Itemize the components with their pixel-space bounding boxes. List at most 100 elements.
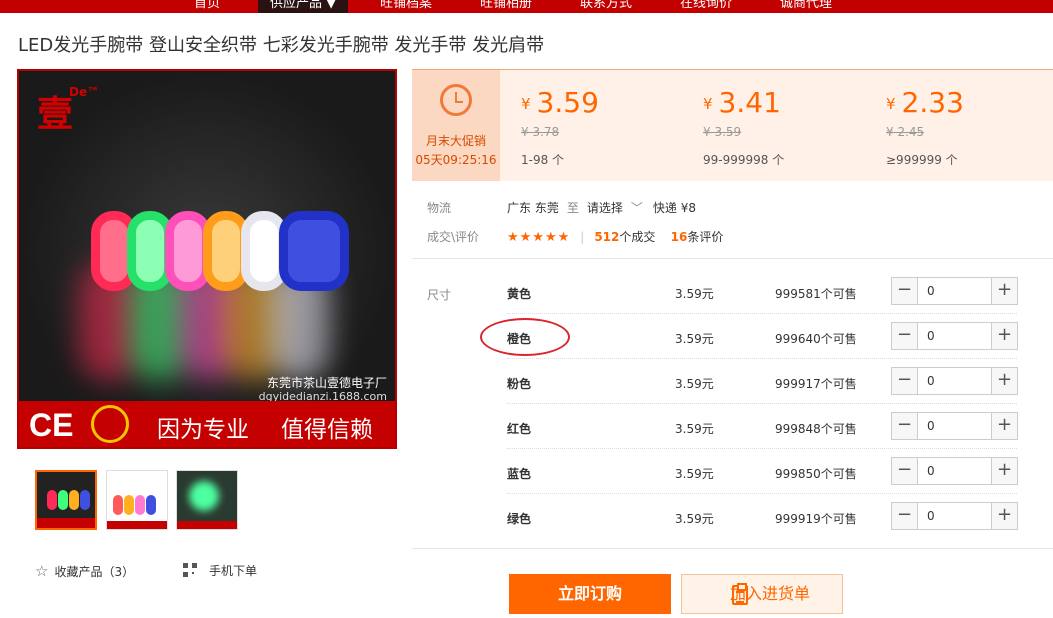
add-to-cart-button[interactable]: 加入进货单 <box>681 574 843 614</box>
thumb-band-icon <box>47 490 57 510</box>
favorite-product[interactable]: ☆ 收藏产品（3） <box>35 562 134 580</box>
minus-button[interactable]: − <box>892 458 918 484</box>
plus-button[interactable]: + <box>991 413 1017 439</box>
sku-stock: 999919个可售 <box>775 512 857 526</box>
thumb-band-icon <box>58 490 68 510</box>
deal-info: ★★★★★ | 512个成交 16条评价 <box>507 228 723 245</box>
chevron-down-icon[interactable]: ﹀ <box>631 201 643 215</box>
nav-home[interactable]: 首页 <box>194 0 220 13</box>
plus-button[interactable]: + <box>991 368 1017 394</box>
sku-price: 3.59元 <box>675 512 714 526</box>
quantity-input[interactable] <box>918 368 991 394</box>
minus-button[interactable]: − <box>892 368 918 394</box>
logistics-info: 广东 东莞至请选择 ﹀ 快递 ¥8 <box>507 199 696 216</box>
clipboard-icon <box>732 583 748 605</box>
tier-original-price: ¥ 3.59 <box>703 125 742 139</box>
shipping-fee: 快递 ¥8 <box>652 201 696 215</box>
nav-album[interactable]: 旺铺相册 <box>480 0 532 13</box>
sku-stock: 999917个可售 <box>775 377 857 391</box>
alarm-clock-icon <box>440 84 472 116</box>
quality-badge-icon <box>91 405 129 443</box>
sku-name: 绿色 <box>507 512 532 526</box>
top-nav: 首页 供应产品 ▼ 旺铺档案 旺铺相册 联系方式 在线询价 诚商代理 <box>0 0 1053 13</box>
star-outline-icon: ☆ <box>35 562 49 580</box>
promo-price-box: 月末大促销 05天09:25:16 ¥3.59 ¥ 3.78 1-98 个 ¥3… <box>412 69 1053 181</box>
rating-stars-icon: ★★★★★ <box>507 230 571 245</box>
brand-logo: 壹 <box>37 93 74 135</box>
nav-products[interactable]: 供应产品 ▼ <box>258 0 349 13</box>
separator: | <box>580 230 585 244</box>
quantity-stepper: − + <box>891 322 1018 350</box>
sku-price: 3.59元 <box>675 467 714 481</box>
destination-select[interactable]: 请选择 <box>587 201 623 215</box>
product-title: LED发光手腕带 登山安全织带 七彩发光手腕带 发光手带 发光肩带 <box>18 35 545 56</box>
plus-button[interactable]: + <box>991 503 1017 529</box>
thumbnail-3[interactable] <box>176 470 238 530</box>
tier-original-price: ¥ 3.78 <box>521 125 560 139</box>
promo-countdown: 05天09:25:16 <box>415 153 497 167</box>
plus-button[interactable]: + <box>991 458 1017 484</box>
quantity-input[interactable] <box>918 458 991 484</box>
sku-row: 红色 3.59元 999848个可售 − + <box>507 404 1018 449</box>
sku-name: 红色 <box>507 422 532 436</box>
quantity-input[interactable] <box>918 413 991 439</box>
nav-agent[interactable]: 诚商代理 <box>780 0 832 13</box>
promo-name: 月末大促销 <box>425 134 486 148</box>
quantity-stepper: − + <box>891 367 1018 395</box>
nav-contact[interactable]: 联系方式 <box>580 0 632 13</box>
nav-products-label: 供应产品 <box>270 0 323 11</box>
thumb-banner <box>37 518 95 528</box>
reviews-count[interactable]: 16 <box>671 230 688 244</box>
quantity-input[interactable] <box>918 278 991 304</box>
thumb-band-icon <box>69 490 79 510</box>
size-label: 尺寸 <box>427 288 452 302</box>
thumb-banner <box>107 521 167 529</box>
tier-price: 2.33 <box>901 86 964 119</box>
thumb-band-icon <box>80 490 90 510</box>
tier-original-price: ¥ 2.45 <box>886 125 925 139</box>
thumbnail-2[interactable] <box>106 470 168 530</box>
thumb-banner <box>177 521 237 529</box>
deals-count[interactable]: 512 <box>594 230 619 244</box>
thumb-glow <box>189 481 219 511</box>
currency-symbol: ¥ <box>521 95 531 113</box>
plus-button[interactable]: + <box>991 278 1017 304</box>
deals-suffix: 个成交 <box>619 230 656 244</box>
sku-row: 蓝色 3.59元 999850个可售 − + <box>507 449 1018 494</box>
thumb-band-icon <box>146 495 156 515</box>
sku-row: 黄色 3.59元 999581个可售 − + <box>507 269 1018 314</box>
plus-button[interactable]: + <box>991 323 1017 349</box>
quantity-input[interactable] <box>918 323 991 349</box>
price-tier-1: ¥3.59 ¥ 3.78 1-98 个 <box>521 70 701 181</box>
sku-stock: 999850个可售 <box>775 467 857 481</box>
quantity-input[interactable] <box>918 503 991 529</box>
thumbnail-1[interactable] <box>35 470 97 530</box>
tier-range: 99-999998 个 <box>703 153 785 167</box>
minus-button[interactable]: − <box>892 323 918 349</box>
buy-now-button[interactable]: 立即订购 <box>509 574 671 614</box>
sku-row: 橙色 3.59元 999640个可售 − + <box>507 314 1018 359</box>
sku-name: 粉色 <box>507 377 532 391</box>
promo-badge: 月末大促销 05天09:25:16 <box>412 70 500 181</box>
thumb-band-icon <box>124 495 134 515</box>
minus-button[interactable]: − <box>892 278 918 304</box>
sku-price: 3.59元 <box>675 422 714 436</box>
shop-name: 东莞市茶山壹德电子厂 <box>266 376 387 390</box>
slogan-trust: 值得信赖 <box>281 417 373 443</box>
sku-price: 3.59元 <box>675 287 714 301</box>
band-blue <box>279 211 349 291</box>
to-word: 至 <box>566 201 579 215</box>
thumb-band-icon <box>113 495 123 515</box>
main-product-image[interactable]: 壹 De™ 东莞市茶山壹德电子厂 dgyidedianzi.1688.com C… <box>17 69 397 449</box>
sku-name: 蓝色 <box>507 467 532 481</box>
sku-row: 粉色 3.59元 999917个可售 − + <box>507 359 1018 404</box>
minus-button[interactable]: − <box>892 503 918 529</box>
tier-price: 3.59 <box>536 86 599 119</box>
nav-profile[interactable]: 旺铺档案 <box>380 0 432 13</box>
ship-from: 广东 东莞 <box>507 201 559 215</box>
reviews-suffix: 条评价 <box>687 230 724 244</box>
minus-button[interactable]: − <box>892 413 918 439</box>
nav-inquiry[interactable]: 在线询价 <box>680 0 732 13</box>
mobile-order[interactable]: 手机下单 <box>183 562 257 579</box>
quantity-stepper: − + <box>891 502 1018 530</box>
